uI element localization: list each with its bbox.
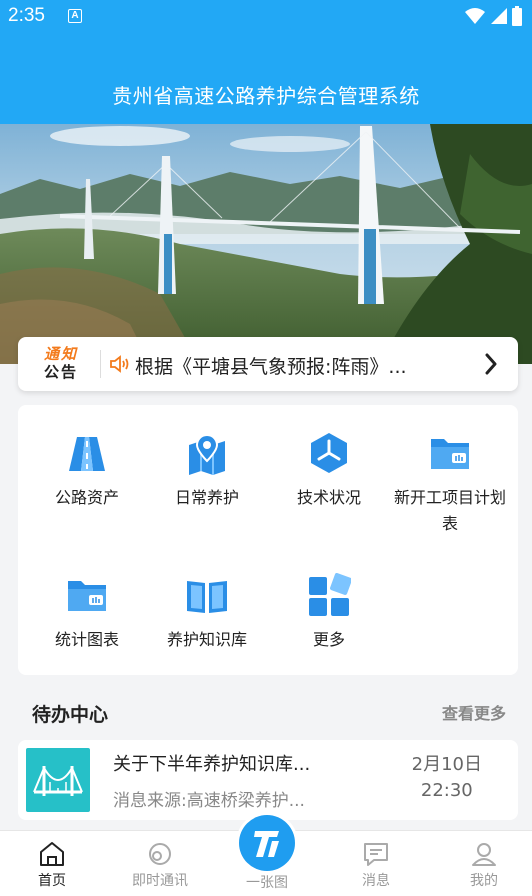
wifi-icon: [465, 8, 485, 24]
road-logo-icon: [239, 815, 295, 871]
todo-item[interactable]: 关于下半年养护知识库... 消息来源:高速桥梁养护... 2月10日 22:30: [18, 740, 518, 820]
todo-source: 消息来源:高速桥梁养护...: [113, 791, 305, 811]
folder-chart-icon: [68, 581, 106, 611]
page-title: 贵州省高速公路养护综合管理系统: [112, 84, 420, 108]
folder-icon: [431, 439, 469, 469]
chevron-right-icon[interactable]: [484, 353, 498, 375]
menu-label: 养护知识库: [166, 630, 247, 649]
nav-label: 首页: [38, 873, 66, 889]
notice-divider: [100, 350, 101, 378]
status-time: 2:35: [8, 5, 45, 26]
menu-label: 更多: [312, 630, 345, 649]
menu-item-new-projects-plan[interactable]: 新开工项目计划表: [390, 431, 510, 537]
todo-time: 22:30: [420, 780, 473, 801]
status-icons: [464, 6, 522, 26]
notice-logo-line2: 公告: [44, 363, 79, 381]
todo-datetime: 2月10日 22:30: [412, 752, 482, 804]
notification-badge-icon: A: [68, 9, 82, 23]
nav-label: 即时通讯: [132, 873, 188, 889]
menu-label: 技术状况: [296, 488, 361, 507]
speaker-icon: [110, 355, 129, 373]
notice-logo: 通知 公告: [44, 345, 90, 385]
chat-bubble-icon: [149, 843, 171, 865]
bridge-landscape-image: [0, 124, 532, 364]
menu-label: 日常养护: [174, 488, 239, 507]
banner-image: [0, 124, 532, 364]
nav-instant-messaging[interactable]: 即时通讯: [120, 841, 200, 890]
signal-icon: [491, 8, 507, 24]
menu-item-road-assets[interactable]: 公路资产: [27, 431, 147, 511]
menu-label: 公路资产: [54, 488, 119, 507]
battery-icon: [512, 6, 522, 26]
todo-date: 2月10日: [411, 754, 482, 775]
nav-one-map[interactable]: [236, 812, 298, 874]
home-icon: [40, 842, 64, 866]
hexagon-chart-icon: [311, 433, 347, 473]
menu-grid: 公路资产 日常养护 技术状况 新开工项目计划表 统计图表 养护知识库 更多: [18, 405, 518, 675]
section-title: 待办中心: [32, 704, 109, 726]
map-pin-icon: [189, 433, 225, 475]
view-more-link[interactable]: 查看更多: [442, 700, 506, 724]
todo-title: 关于下半年养护知识库...: [113, 754, 311, 775]
nav-label: 我的: [470, 873, 498, 889]
nav-label: 消息: [362, 873, 390, 889]
menu-item-statistics-charts[interactable]: 统计图表: [27, 573, 147, 653]
book-icon: [187, 581, 227, 613]
grid-icon: [309, 573, 351, 616]
menu-label: 统计图表: [54, 630, 119, 649]
menu-item-knowledge-base[interactable]: 养护知识库: [147, 573, 267, 653]
status-bar: 2:35 A: [0, 0, 532, 34]
menu-item-technical-condition[interactable]: 技术状况: [269, 431, 389, 511]
notice-text[interactable]: 根据《平塘县气象预报:阵雨》...: [135, 352, 407, 379]
notice-logo-line1: 通知: [44, 345, 79, 363]
nav-messages[interactable]: 消息: [336, 841, 416, 890]
road-icon: [69, 437, 105, 471]
bridge-thumbnail-icon: [26, 748, 90, 812]
nav-label: 一张图: [246, 875, 288, 891]
app-header: 2:35 A 贵州省高速公路养护综合管理系统: [0, 0, 532, 124]
menu-item-daily-maintenance[interactable]: 日常养护: [147, 431, 267, 511]
nav-profile[interactable]: 我的: [444, 841, 524, 890]
nav-home[interactable]: 首页: [12, 841, 92, 890]
message-icon: [364, 843, 388, 866]
menu-item-more[interactable]: 更多: [269, 573, 389, 653]
notice-bar[interactable]: 通知 公告 根据《平塘县气象预报:阵雨》...: [18, 337, 518, 391]
user-icon: [472, 843, 496, 866]
menu-label: 新开工项目计划表: [393, 488, 506, 533]
